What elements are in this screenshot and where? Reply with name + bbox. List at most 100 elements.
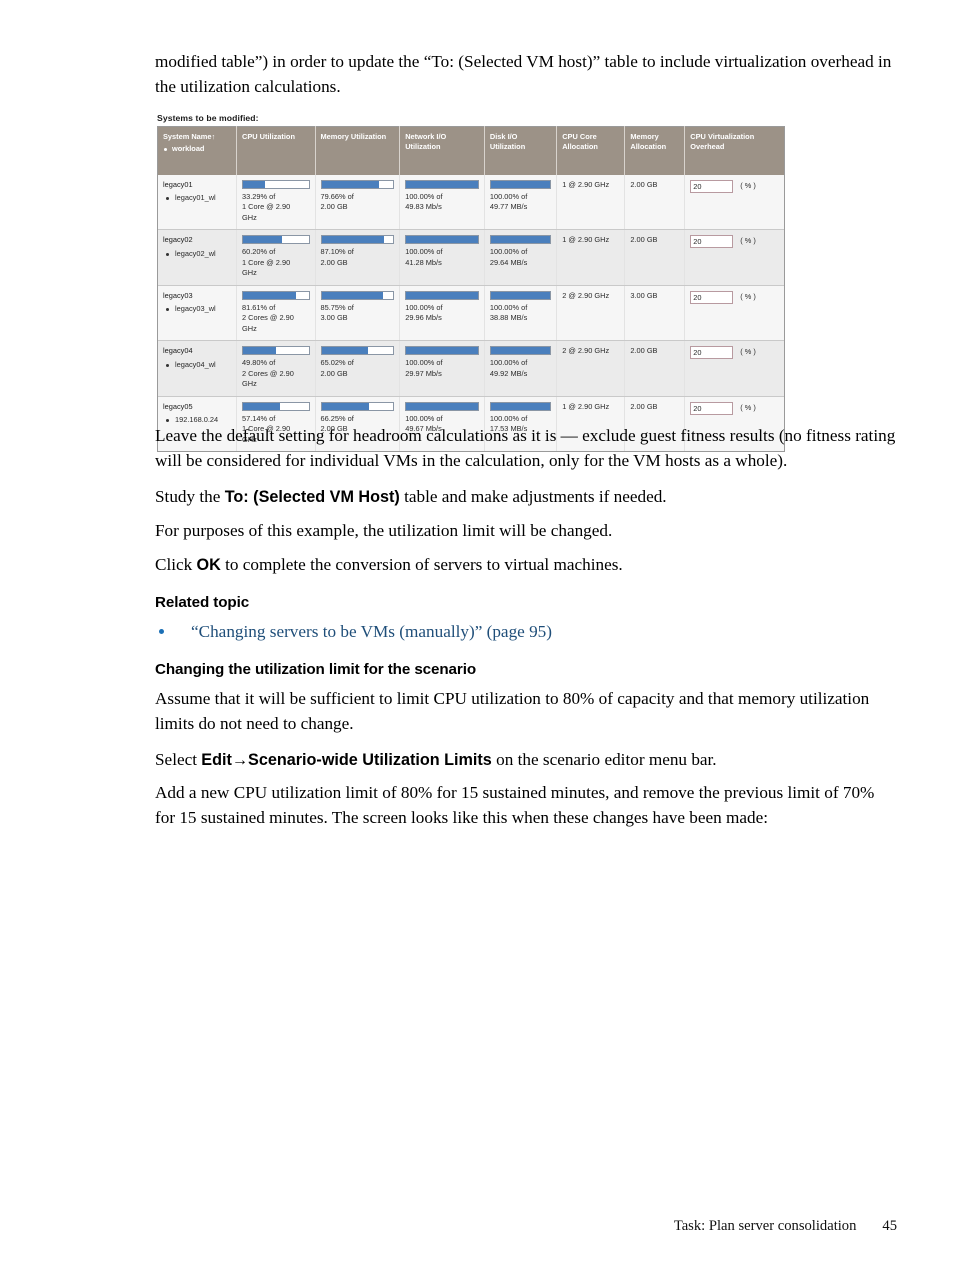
- disk-io-utilization-line-1: 100.00% of: [489, 358, 528, 368]
- table-row[interactable]: legacy04 legacy04_wl 49.80% of 2 Cores @ 2.…: [158, 340, 784, 397]
- cpu-utilization-line-2: 2 Cores @ 2.90: [242, 313, 294, 323]
- disk-io-utilization-meter-fill: [490, 347, 551, 355]
- click-pre: Click: [155, 554, 197, 574]
- cpu-utilization-meter: [242, 346, 310, 356]
- memory-utilization-meter-fill: [321, 291, 383, 299]
- assume-paragraph: Assume that it will be sufficient to lim…: [155, 688, 870, 733]
- network-io-utilization-cell: 100.00% of 41.28 Mb/s: [399, 229, 485, 286]
- memory-utilization-meter: [320, 346, 395, 356]
- col-header-memory-utilization[interactable]: Memory Utilization: [315, 126, 401, 175]
- disk-io-utilization-line-2: 49.92 MB/s: [489, 368, 528, 378]
- col-header-disk-io-utilization[interactable]: Disk I/O Utilization: [484, 126, 558, 175]
- cpu-core-allocation-cell: 1 @ 2.90 GHz: [556, 229, 626, 286]
- network-io-utilization-line-2: 29.96 Mb/s: [405, 313, 442, 323]
- cpu-utilization-cell: 60.20% of 1 Core @ 2.90 GHz: [236, 229, 316, 286]
- table-row[interactable]: legacy01 legacy01_wl 33.29% of 1 Core @ 2.9…: [158, 174, 784, 231]
- cpu-virtualization-overhead-input[interactable]: [690, 179, 734, 193]
- col-header-cpu-core-allocation[interactable]: CPU Core Allocation: [556, 126, 626, 175]
- cpu-utilization-line-2: 2 Cores @ 2.90: [242, 368, 294, 378]
- network-io-utilization-meter: [405, 235, 479, 245]
- cpu-utilization-line-1: 49.80% of: [242, 358, 276, 368]
- cross-reference-link[interactable]: “Changing servers to be VMs (manually)” …: [191, 622, 552, 641]
- memory-utilization-line-2: 2.00 GB: [320, 202, 348, 212]
- cpu-utilization-meter: [242, 290, 310, 300]
- cpu-utilization-line-1: 81.61% of: [242, 302, 276, 312]
- systems-table: System Name↑ workload CPU Utilization Me…: [158, 126, 784, 452]
- cpu-utilization-line-3: GHz: [242, 323, 257, 333]
- cpu-utilization-line-1: 57.14% of: [242, 413, 276, 423]
- cpu-utilization-meter-fill: [243, 236, 283, 244]
- workload-value: legacy04_wl: [163, 360, 231, 371]
- network-io-utilization-meter-fill: [406, 180, 478, 188]
- cpu-virtualization-overhead-input[interactable]: [690, 401, 734, 415]
- cpu-utilization-line-1: 60.20% of: [242, 247, 276, 257]
- table-header-row: System Name↑ workload CPU Utilization Me…: [158, 126, 784, 175]
- col-header-system-name-label: System Name↑: [163, 132, 216, 141]
- cpu-utilization-line-2: 1 Core @ 2.90: [242, 257, 291, 267]
- cpu-virtualization-overhead-input[interactable]: [690, 290, 734, 304]
- cpu-core-allocation-value: 1 @ 2.90 GHz: [562, 401, 610, 411]
- disk-io-utilization-meter: [489, 235, 552, 245]
- network-io-utilization-meter: [405, 401, 479, 411]
- col-header-cpu-utilization[interactable]: CPU Utilization: [236, 126, 316, 175]
- memory-allocation-cell: 2.00 GB: [624, 340, 686, 397]
- table-row[interactable]: legacy02 legacy02_wl 60.20% of 1 Core @ 2.9…: [158, 229, 784, 286]
- page-footer: Task: Plan server consolidation 45: [0, 1218, 954, 1235]
- headroom-paragraph: Leave the default setting for headroom c…: [155, 426, 896, 470]
- study-bold: To: (Selected VM Host): [224, 487, 400, 506]
- overhead-control-group: ( % ): [690, 401, 779, 415]
- percent-unit-label: ( % ): [740, 236, 756, 246]
- network-io-utilization-cell: 100.00% of 29.96 Mb/s: [399, 285, 485, 342]
- memory-allocation-value: 2.00 GB: [630, 235, 658, 245]
- memory-allocation-value: 3.00 GB: [630, 290, 658, 300]
- cpu-utilization-meter-fill: [243, 402, 281, 410]
- disk-io-utilization-line-1: 100.00% of: [489, 191, 528, 201]
- cpu-virtualization-overhead-cell: ( % ): [684, 229, 784, 286]
- cpu-utilization-line-3: GHz: [242, 212, 257, 222]
- memory-utilization-meter: [320, 235, 395, 245]
- cpu-core-allocation-value: 1 @ 2.90 GHz: [562, 235, 610, 245]
- table-row[interactable]: legacy03 legacy03_wl 81.61% of 2 Cores @ 2.…: [158, 285, 784, 342]
- system-name-value: legacy02: [163, 235, 193, 245]
- cpu-virtualization-overhead-input[interactable]: [690, 235, 734, 249]
- system-name-cell: legacy02 legacy02_wl: [158, 229, 237, 286]
- col-header-system-name[interactable]: System Name↑ workload: [158, 126, 237, 175]
- bullet-icon: [159, 628, 164, 634]
- network-io-utilization-line-1: 100.00% of: [405, 413, 443, 423]
- disk-io-utilization-line-2: 29.64 MB/s: [489, 257, 528, 267]
- memory-utilization-meter: [320, 290, 395, 300]
- col-header-memory-allocation[interactable]: Memory Allocation: [624, 126, 686, 175]
- cpu-utilization-meter-fill: [243, 291, 297, 299]
- memory-utilization-line-2: 3.00 GB: [320, 313, 348, 323]
- example-paragraph: For purposes of this example, the utiliz…: [155, 520, 613, 540]
- disk-io-utilization-line-1: 100.00% of: [489, 302, 528, 312]
- network-io-utilization-meter: [405, 346, 479, 356]
- cpu-utilization-meter-fill: [243, 347, 276, 355]
- network-io-utilization-meter: [405, 290, 479, 300]
- cpu-core-allocation-value: 2 @ 2.90 GHz: [562, 346, 610, 356]
- cpu-utilization-cell: 49.80% of 2 Cores @ 2.90 GHz: [236, 340, 316, 397]
- network-io-utilization-line-1: 100.00% of: [405, 358, 443, 368]
- memory-utilization-meter: [320, 401, 395, 411]
- overhead-control-group: ( % ): [690, 346, 779, 360]
- cpu-utilization-meter: [242, 179, 310, 189]
- cpu-utilization-line-2: 1 Core @ 2.90: [242, 202, 291, 212]
- disk-io-utilization-meter-fill: [490, 180, 551, 188]
- footer-text: Task: Plan server consolidation: [673, 1218, 857, 1234]
- col-header-network-io-utilization[interactable]: Network I/O Utilization: [399, 126, 485, 175]
- click-ok-paragraph: Click OK to complete the conversion of s…: [155, 553, 897, 578]
- disk-io-utilization-meter-fill: [490, 402, 551, 410]
- cpu-utilization-cell: 33.29% of 1 Core @ 2.90 GHz: [236, 174, 316, 231]
- add-limit-paragraph: Add a new CPU utilization limit of 80% f…: [155, 783, 875, 828]
- col-header-cpu-virtualization-overhead[interactable]: CPU Virtualization Overhead: [684, 126, 784, 175]
- network-io-utilization-cell: 100.00% of 29.97 Mb/s: [399, 340, 485, 397]
- cpu-core-allocation-cell: 1 @ 2.90 GHz: [556, 174, 626, 231]
- cpu-virtualization-overhead-input[interactable]: [690, 346, 734, 360]
- system-name-cell: legacy03 legacy03_wl: [158, 285, 237, 342]
- memory-allocation-value: 2.00 GB: [630, 179, 658, 189]
- overhead-control-group: ( % ): [690, 235, 779, 249]
- disk-io-utilization-meter: [489, 290, 552, 300]
- cpu-utilization-line-3: GHz: [242, 379, 257, 389]
- cpu-virtualization-overhead-cell: ( % ): [684, 285, 784, 342]
- click-post: to complete the conversion of servers to…: [220, 554, 623, 574]
